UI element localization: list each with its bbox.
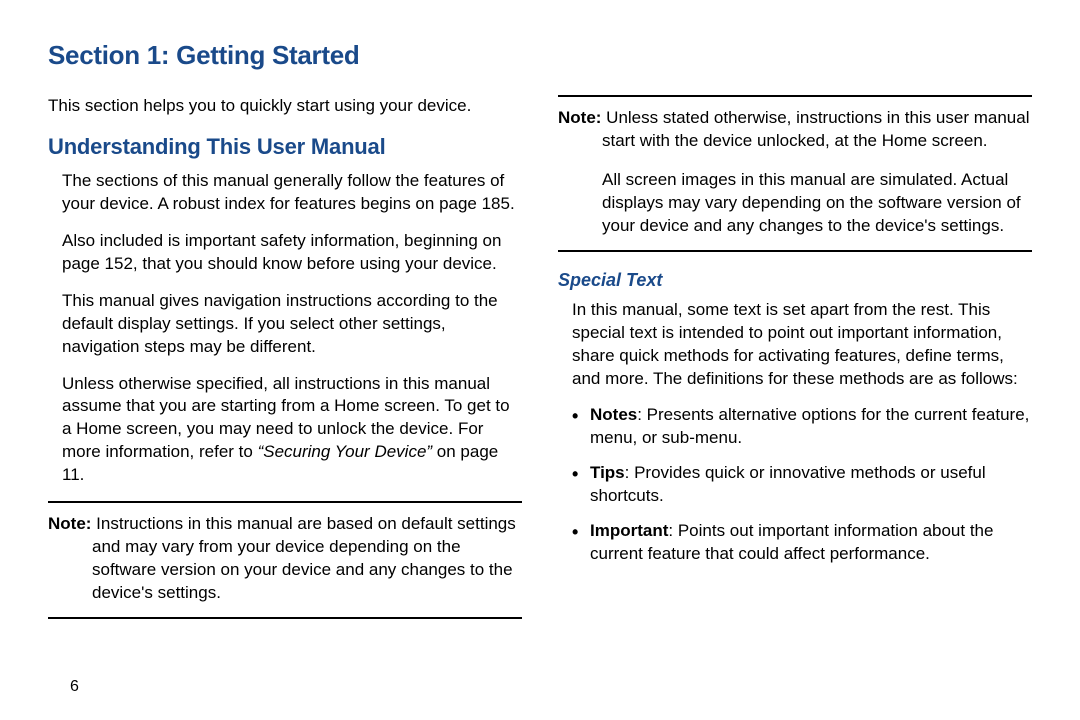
note-2-para2: All screen images in this manual are sim… [558,169,1032,238]
two-column-layout: This section helps you to quickly start … [48,95,1032,637]
list-item: Important: Points out important informat… [572,520,1032,566]
list-item: Tips: Provides quick or innovative metho… [572,462,1032,508]
note-2-body: Unless stated otherwise, instructions in… [602,108,1029,150]
term-important: Important [590,521,668,540]
list-item: Notes: Presents alternative options for … [572,404,1032,450]
note-2-text: Note: Unless stated otherwise, instructi… [558,107,1032,153]
section-title: Section 1: Getting Started [48,40,1032,71]
left-column: This section helps you to quickly start … [48,95,522,637]
paragraph-4: Unless otherwise specified, all instruct… [48,373,522,488]
def-notes: : Presents alternative options for the c… [590,405,1029,447]
note-1-text: Note: Instructions in this manual are ba… [48,513,522,605]
paragraph-2: Also included is important safety inform… [48,230,522,276]
note-1-label: Note: [48,514,96,533]
paragraph-1: The sections of this manual generally fo… [48,170,522,216]
def-tips: : Provides quick or innovative methods o… [590,463,986,505]
note-block-2: Note: Unless stated otherwise, instructi… [558,95,1032,252]
note-2-label: Note: [558,108,606,127]
paragraph-3: This manual gives navigation instruction… [48,290,522,359]
note-1-body: Instructions in this manual are based on… [92,514,516,602]
definition-list: Notes: Presents alternative options for … [558,404,1032,566]
term-notes: Notes [590,405,637,424]
term-tips: Tips [590,463,625,482]
intro-paragraph: This section helps you to quickly start … [48,95,522,118]
heading-special-text: Special Text [558,270,1032,291]
heading-understanding-manual: Understanding This User Manual [48,134,522,160]
cross-reference: “Securing Your Device” [258,442,433,461]
note-block-1: Note: Instructions in this manual are ba… [48,501,522,619]
special-text-intro: In this manual, some text is set apart f… [558,299,1032,391]
right-column: Note: Unless stated otherwise, instructi… [558,95,1032,637]
page-number: 6 [70,678,79,696]
